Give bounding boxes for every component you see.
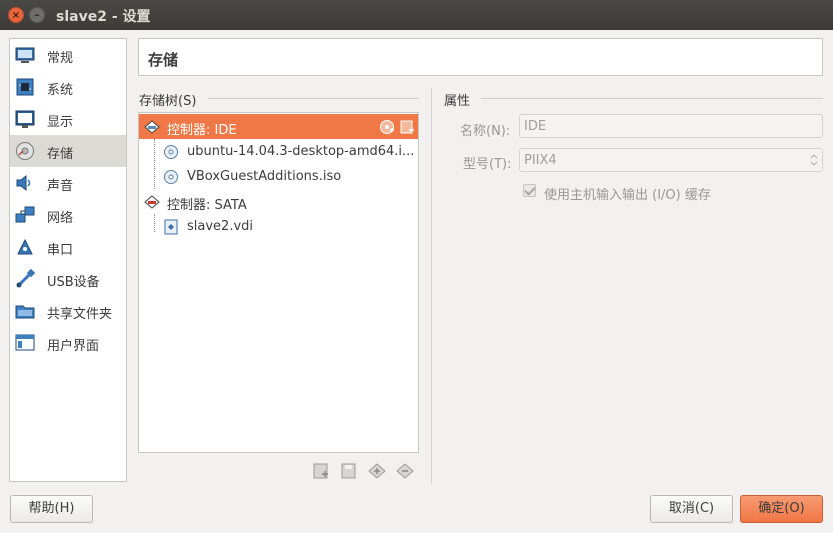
tree-item-controller-ide[interactable]: 控制器: IDE [139, 114, 418, 139]
tree-item-controller-sata[interactable]: 控制器: SATA [139, 189, 418, 214]
add-hard-disk-icon[interactable] [399, 119, 415, 135]
sidebar-item-audio[interactable]: 声音 [10, 167, 126, 199]
sidebar-item-storage[interactable]: 存储 [10, 135, 126, 167]
panel-separator [431, 88, 432, 483]
sidebar-item-user-interface[interactable]: 用户界面 [10, 327, 126, 359]
name-label: 名称(N): [460, 124, 511, 139]
type-select[interactable]: PIIX4 [519, 148, 823, 172]
storage-icon [16, 142, 34, 160]
name-field[interactable]: IDE [519, 114, 823, 138]
spinner-arrows-icon [810, 154, 818, 166]
storage-tree-label: 存储树(S) [139, 94, 197, 109]
host-io-cache-checkbox[interactable] [523, 184, 536, 197]
usb-icon [16, 269, 35, 288]
network-icon [15, 206, 35, 223]
storage-tree[interactable]: 控制器: IDE ubuntu-14.04.3-desktop-amd64.i.… [138, 112, 419, 453]
settings-sidebar: 常规 系统 显示 存储 声音 网络 串口 USB设备 共享文件夹 用户界面 [9, 38, 127, 482]
sidebar-item-system[interactable]: 系统 [10, 71, 126, 103]
audio-icon [16, 174, 31, 192]
general-icon [15, 47, 35, 63]
sidebar-item-display[interactable]: 显示 [10, 103, 126, 135]
attributes-divider [481, 98, 823, 99]
add-attachment-icon[interactable] [368, 462, 386, 480]
close-icon[interactable]: × [8, 7, 24, 23]
sidebar-item-network[interactable]: 网络 [10, 199, 126, 231]
tree-item-optical-ubuntu[interactable]: ubuntu-14.04.3-desktop-amd64.i... [139, 139, 418, 164]
serial-port-icon [17, 238, 33, 255]
type-label: 型号(T): [463, 157, 512, 172]
optical-disc-icon [164, 170, 178, 184]
help-button[interactable]: 帮助(H) [10, 495, 93, 523]
remove-controller-icon[interactable] [340, 462, 358, 480]
display-icon [15, 110, 35, 128]
system-icon [16, 78, 34, 96]
page-title: 存储 [148, 51, 179, 69]
sidebar-item-usb[interactable]: USB设备 [10, 263, 126, 295]
host-io-cache-label: 使用主机输入输出 (I/O) 缓存 [544, 188, 711, 203]
title-bar: × – slave2 - 设置 [0, 0, 833, 30]
ok-button[interactable]: 确定(O) [740, 495, 823, 523]
controller-icon [144, 195, 160, 209]
add-optical-drive-icon[interactable] [379, 119, 395, 135]
hard-disk-icon [164, 219, 178, 235]
sidebar-item-serial-port[interactable]: 串口 [10, 231, 126, 263]
add-controller-icon[interactable] [312, 462, 330, 480]
optical-disc-icon [164, 145, 178, 159]
page-header: 存储 [138, 38, 823, 76]
user-interface-icon [15, 334, 35, 351]
controller-icon [144, 120, 160, 134]
sidebar-item-shared-folders[interactable]: 共享文件夹 [10, 295, 126, 327]
attributes-label: 属性 [444, 94, 471, 109]
storage-tree-divider [208, 98, 419, 99]
window-title: slave2 - 设置 [56, 9, 151, 25]
cancel-button[interactable]: 取消(C) [650, 495, 733, 523]
sidebar-item-general[interactable]: 常规 [10, 39, 126, 71]
tree-connector [154, 214, 156, 232]
tree-item-disk-vdi[interactable]: slave2.vdi [139, 214, 418, 239]
shared-folder-icon [15, 305, 35, 319]
tree-connector [154, 139, 156, 189]
minimize-icon[interactable]: – [29, 7, 45, 23]
tree-item-optical-guest-additions[interactable]: VBoxGuestAdditions.iso [139, 164, 418, 189]
remove-attachment-icon[interactable] [396, 462, 414, 480]
